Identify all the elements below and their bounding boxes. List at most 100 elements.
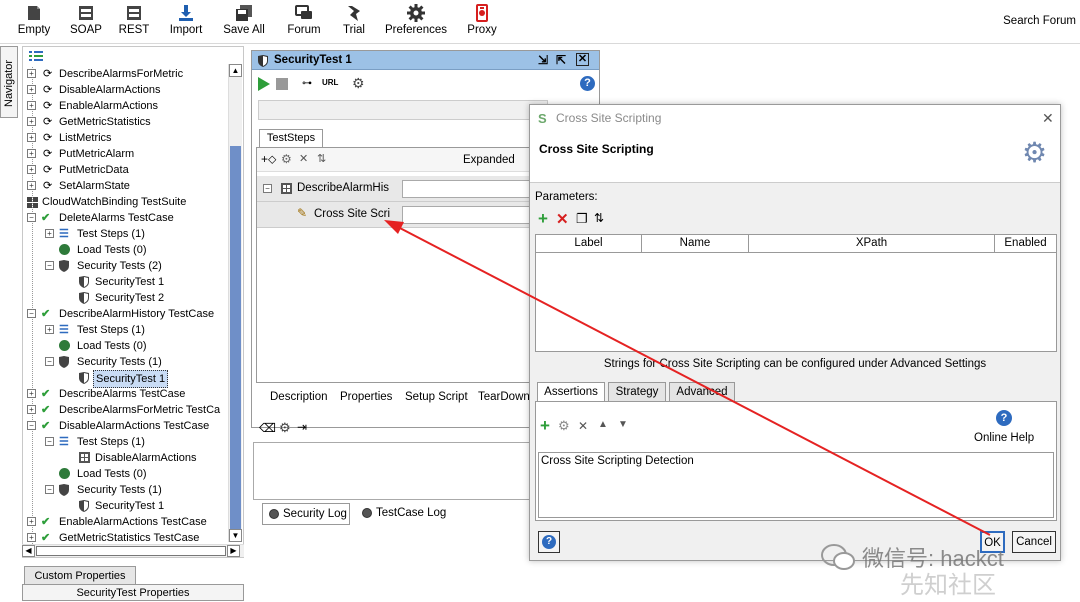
configure-assertion-gear-icon[interactable]: ⚙ [558, 418, 570, 434]
collapse-icon[interactable]: − [45, 357, 54, 366]
tree-item-label: EnableAlarmActions [59, 100, 159, 112]
dialog-help-button[interactable]: ? [538, 531, 560, 553]
teststep-icon [79, 452, 90, 463]
sort-icon[interactable]: ⇅ [594, 211, 604, 225]
maximize-icon[interactable]: ⇱ [556, 51, 566, 70]
tree-vertical-scrollbar[interactable]: ▲ ▼ [228, 64, 242, 542]
expand-icon[interactable]: + [27, 133, 36, 142]
remove-assertion-icon[interactable]: ✕ [578, 419, 588, 433]
expand-icon[interactable]: + [27, 181, 36, 190]
custom-properties-title: SecurityTest Properties [22, 584, 244, 601]
eraser-icon[interactable]: ⌫ [259, 421, 276, 435]
expand-icon[interactable]: + [27, 405, 36, 414]
tab-security-log[interactable]: Security Log [262, 503, 350, 525]
trial-button[interactable]: Trial [334, 2, 374, 42]
navigator-tab[interactable]: Navigator [0, 46, 18, 118]
security-scan-row[interactable]: ✎ Cross Site Scri [257, 202, 545, 228]
add-assertion-icon[interactable]: + [540, 416, 550, 436]
scroll-right-icon[interactable]: ▶ [227, 545, 240, 557]
collapse-icon[interactable]: − [27, 309, 36, 318]
tab-setup-script[interactable]: Setup Script [405, 391, 468, 403]
empty-label: Empty [17, 24, 51, 36]
run-icon[interactable] [258, 77, 270, 91]
collapse-icon[interactable]: − [45, 261, 54, 270]
preferences-button[interactable]: Preferences [384, 2, 448, 42]
teststep-row[interactable]: − DescribeAlarmHis [257, 176, 545, 202]
remove-scan-icon[interactable]: ✕ [299, 152, 308, 165]
help-icon[interactable]: ? [996, 410, 1012, 426]
expand-icon[interactable]: + [45, 325, 54, 334]
custom-properties-tab[interactable]: Custom Properties [24, 566, 136, 585]
url-icon[interactable]: URL [322, 78, 338, 87]
collapse-icon[interactable]: − [263, 184, 272, 193]
expand-icon[interactable]: + [27, 101, 36, 110]
configure-gear-icon[interactable]: ⚙ [281, 152, 292, 166]
expand-icon[interactable]: + [27, 165, 36, 174]
add-scan-icon[interactable]: +⬦ [261, 152, 276, 167]
column-header-name[interactable]: Name [642, 235, 749, 253]
loadtest-icon [59, 244, 70, 255]
expand-icon[interactable]: + [45, 229, 54, 238]
move-down-icon[interactable]: ▼ [618, 419, 628, 430]
expand-icon[interactable]: + [27, 389, 36, 398]
column-header-xpath[interactable]: XPath [749, 235, 995, 253]
key-icon[interactable]: ⊶ [302, 78, 312, 89]
help-icon[interactable]: ? [580, 76, 595, 91]
tab-advanced[interactable]: Advanced [669, 382, 735, 401]
tree-toggle-icon[interactable] [29, 50, 43, 62]
tree-horizontal-scrollbar[interactable]: ◀ ▶ [22, 544, 244, 557]
scroll-thumb-horizontal[interactable] [36, 546, 226, 556]
expand-icon[interactable]: + [27, 85, 36, 94]
move-up-icon[interactable]: ▲ [598, 419, 608, 430]
list-item[interactable]: Cross Site Scripting Detection [541, 455, 1051, 467]
delete-icon[interactable]: ✕ [556, 210, 569, 228]
check-icon: ✔ [41, 516, 51, 528]
empty-button[interactable]: Empty [14, 2, 54, 42]
minimize-icon[interactable]: ⇲ [538, 51, 548, 70]
copy-icon[interactable]: ❐ [576, 211, 588, 227]
online-help-link[interactable]: Online Help [974, 432, 1034, 444]
soap-button[interactable]: SOAP [66, 2, 106, 42]
add-icon[interactable]: + [538, 209, 548, 229]
tab-description[interactable]: Description [270, 391, 328, 403]
parameters-table: Label Name XPath Enabled [535, 234, 1057, 352]
testsuite-icon [27, 197, 38, 208]
column-header-enabled[interactable]: Enabled [995, 235, 1056, 253]
proxy-button[interactable]: Proxy [462, 2, 502, 42]
collapse-icon[interactable]: − [45, 485, 54, 494]
expand-icon[interactable]: + [27, 533, 36, 542]
forum-button[interactable]: Forum [282, 2, 326, 42]
scroll-up-icon[interactable]: ▲ [229, 64, 242, 77]
tab-teardown[interactable]: TearDown [478, 391, 530, 403]
expand-icon[interactable]: + [27, 117, 36, 126]
collapse-icon[interactable]: − [27, 213, 36, 222]
save-all-button[interactable]: Save All [220, 2, 268, 42]
column-header-label[interactable]: Label [536, 235, 642, 253]
rest-label: REST [118, 24, 150, 36]
expand-icon[interactable]: + [27, 69, 36, 78]
tab-properties[interactable]: Properties [340, 391, 392, 403]
log-settings-gear-icon[interactable]: ⚙ [279, 420, 291, 436]
scroll-left-icon[interactable]: ◀ [22, 545, 35, 557]
collapse-icon[interactable]: − [45, 437, 54, 446]
close-icon[interactable]: ✕ [576, 53, 589, 66]
tab-teststeps[interactable]: TestSteps [259, 129, 323, 147]
scroll-thumb[interactable] [230, 146, 241, 530]
rest-button[interactable]: REST [114, 2, 154, 42]
export-icon[interactable]: ⇥ [297, 420, 307, 434]
scroll-down-icon[interactable]: ▼ [229, 529, 242, 542]
tab-testcase-log[interactable]: TestCase Log [356, 503, 448, 525]
expand-icon[interactable]: + [27, 517, 36, 526]
options-gear-icon[interactable]: ⚙ [352, 75, 365, 92]
soapui-logo-icon: S [538, 111, 547, 126]
close-icon[interactable]: ✕ [1042, 105, 1054, 131]
tab-assertions[interactable]: Assertions [537, 382, 605, 401]
collapse-icon[interactable]: − [27, 421, 36, 430]
tab-strategy[interactable]: Strategy [608, 382, 666, 401]
search-forum-link[interactable]: Search Forum [1003, 15, 1076, 27]
stop-icon[interactable] [276, 78, 288, 90]
proxy-icon [476, 4, 488, 22]
sort-icon[interactable]: ⇅ [317, 152, 326, 165]
expand-icon[interactable]: + [27, 149, 36, 158]
import-button[interactable]: Import [164, 2, 208, 42]
